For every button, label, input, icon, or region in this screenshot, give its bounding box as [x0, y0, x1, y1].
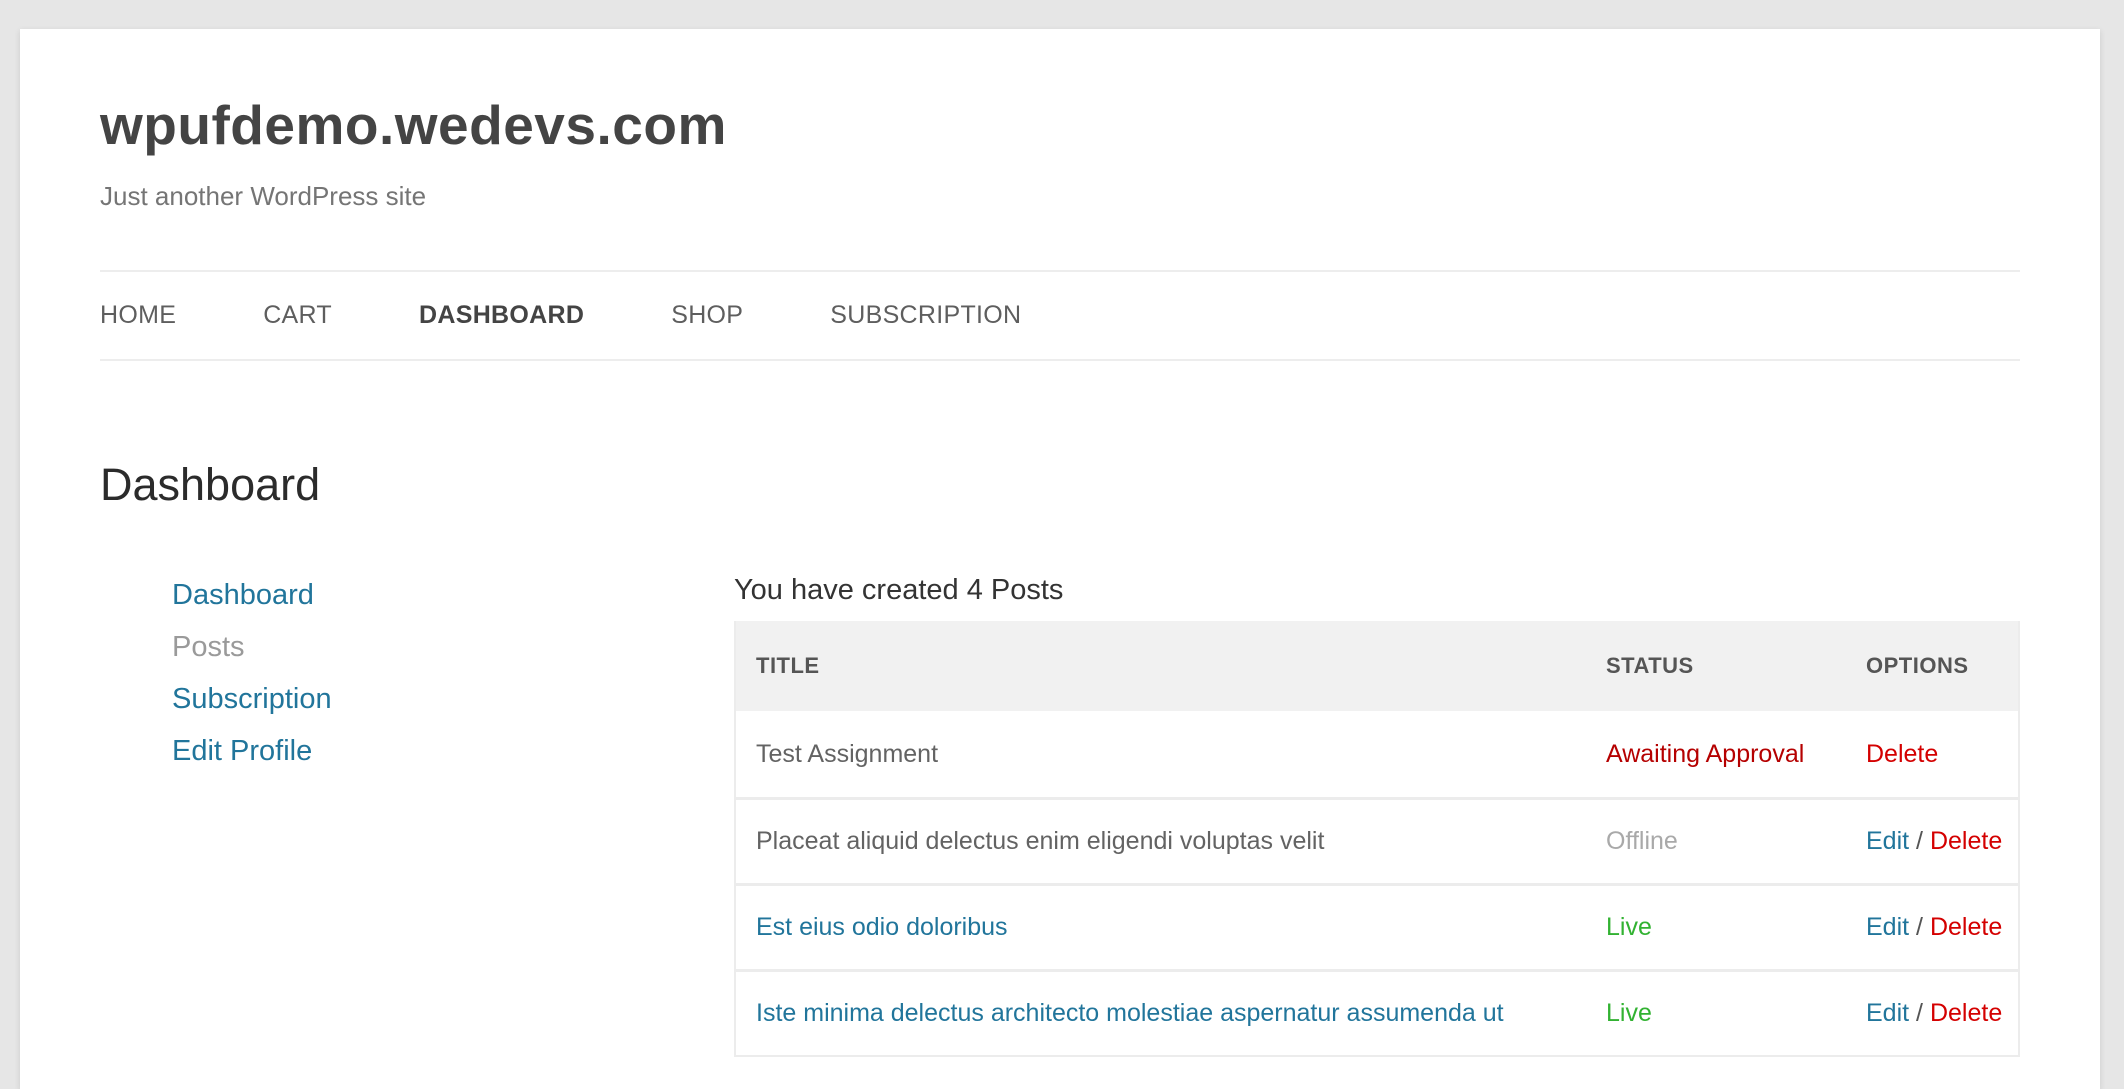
dashboard-side-menu: Dashboard Posts Subscription Edit Profil… [172, 569, 332, 777]
site-description: Just another WordPress site [100, 181, 427, 211]
post-options: Edit / Delete [1846, 797, 2018, 883]
table-header-row: TITLE STATUS OPTIONS [736, 621, 2018, 711]
edit-link[interactable]: Edit [1866, 913, 1909, 941]
column-header-title: TITLE [736, 621, 1586, 711]
post-title-link[interactable]: Est eius odio doloribus [756, 913, 1008, 941]
column-header-options: OPTIONS [1846, 621, 2018, 711]
post-title-cell: Iste minima delectus architecto molestia… [736, 969, 1586, 1055]
table-row: Est eius odio doloribus Live Edit / Dele… [736, 883, 2018, 969]
options-separator: / [1916, 999, 1923, 1027]
posts-table: TITLE STATUS OPTIONS Test Assignment Awa… [734, 621, 2020, 1057]
posts-area: You have created 4 Posts TITLE STATUS OP… [734, 569, 2020, 1057]
posts-summary: You have created 4 Posts [734, 574, 1064, 606]
options-separator: / [1916, 827, 1923, 855]
post-title: Placeat aliquid delectus enim eligendi v… [736, 797, 1586, 883]
nav-item-subscription[interactable]: SUBSCRIPTION [830, 301, 1021, 330]
site-title[interactable]: wpufdemo.wedevs.com [100, 93, 727, 157]
post-options: Delete [1846, 711, 2018, 797]
main-navigation: HOME CART DASHBOARD SHOP SUBSCRIPTION [100, 270, 2020, 361]
delete-link[interactable]: Delete [1930, 999, 2002, 1027]
post-options: Edit / Delete [1846, 969, 2018, 1055]
post-status: Live [1586, 883, 1846, 969]
nav-item-shop[interactable]: SHOP [671, 301, 743, 330]
page-title: Dashboard [100, 459, 321, 510]
post-title: Test Assignment [756, 739, 939, 768]
post-status: Live [1586, 969, 1846, 1055]
table-row: Iste minima delectus architecto molestia… [736, 969, 2018, 1055]
post-status: Offline [1586, 797, 1846, 883]
column-header-status: STATUS [1586, 621, 1846, 711]
side-menu-subscription[interactable]: Subscription [172, 673, 332, 725]
edit-link[interactable]: Edit [1866, 827, 1909, 855]
edit-link[interactable]: Edit [1866, 999, 1909, 1027]
table-row: Test Assignment Awaiting Approval Delete [736, 711, 2018, 797]
nav-item-cart[interactable]: CART [263, 301, 332, 330]
options-separator: / [1916, 913, 1923, 941]
delete-link[interactable]: Delete [1930, 827, 2002, 855]
side-menu-edit-profile[interactable]: Edit Profile [172, 725, 332, 777]
side-menu-dashboard[interactable]: Dashboard [172, 569, 332, 621]
delete-link[interactable]: Delete [1930, 913, 2002, 941]
table-row: Placeat aliquid delectus enim eligendi v… [736, 797, 2018, 883]
delete-link[interactable]: Delete [1866, 740, 1938, 768]
post-status: Awaiting Approval [1606, 739, 1805, 768]
post-options: Edit / Delete [1846, 883, 2018, 969]
side-menu-posts[interactable]: Posts [172, 621, 332, 673]
nav-item-dashboard[interactable]: DASHBOARD [419, 301, 584, 330]
post-title-link[interactable]: Iste minima delectus architecto molestia… [756, 999, 1504, 1027]
content-wrapper: wpufdemo.wedevs.com Just another WordPre… [100, 29, 2020, 1089]
page-container: wpufdemo.wedevs.com Just another WordPre… [20, 29, 2100, 1089]
nav-item-home[interactable]: HOME [100, 301, 176, 330]
post-title-cell: Est eius odio doloribus [736, 883, 1586, 969]
